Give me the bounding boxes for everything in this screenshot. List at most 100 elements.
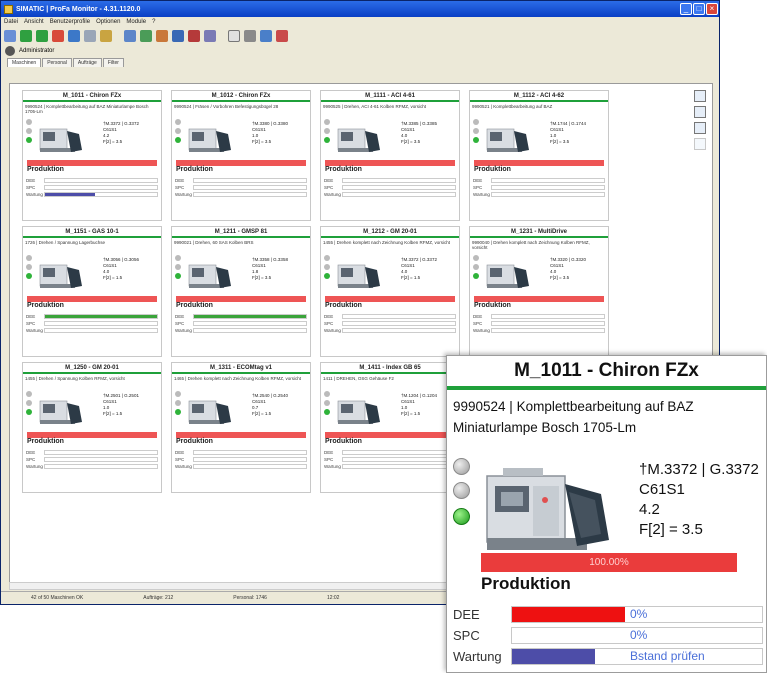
machine-card-info: F[2] = 3.5: [550, 275, 570, 280]
machine-card-metric: SPC: [473, 320, 605, 327]
machine-card[interactable]: M_1111 - ACI 4-61 9990525 | Drehen, ACI 4…: [320, 90, 460, 221]
machine-card[interactable]: M_1012 - Chiron FZx 9990524 | Fräsen / Vo…: [171, 90, 311, 221]
export-icon[interactable]: [694, 106, 706, 118]
tab-filter[interactable]: Filter: [102, 58, 124, 67]
menu-options[interactable]: Optionen: [96, 19, 120, 25]
metric-label: Wartung: [26, 464, 43, 469]
status-led-gray-icon: [324, 128, 330, 134]
print-icon[interactable]: [694, 90, 706, 102]
tab-machines[interactable]: Maschinen: [7, 58, 42, 67]
production-progress-bar: 100.00%: [481, 553, 737, 572]
tab-personnel[interactable]: Personal: [42, 58, 72, 67]
machine-card-status: Produktion: [325, 438, 362, 445]
machine-run-icon[interactable]: [36, 30, 48, 42]
chart-icon[interactable]: [124, 30, 136, 42]
machine-card-title: M_1011 - Chiron FZx: [23, 91, 161, 102]
minimize-button[interactable]: _: [680, 3, 692, 15]
machine-card-body: †M.3385 | G.3385 C61S1 4.0 F[2] = 3.5: [321, 116, 459, 160]
machine-card-status: Produktion: [325, 166, 362, 173]
list-view-icon[interactable]: [84, 30, 96, 42]
menu-profiles[interactable]: Benutzerprofile: [50, 19, 90, 25]
machine-card-metric: DEE: [175, 177, 307, 184]
machine-card[interactable]: M_1311 - ECOMtag v1 1465 | Drehen komplet…: [171, 362, 311, 493]
metric-fill: [512, 649, 595, 664]
metric-bar: 0%: [511, 606, 763, 623]
status-machines: 42 of 50 Maschinen OK: [31, 595, 84, 601]
search-icon[interactable]: [4, 30, 16, 42]
status-led-gray-icon: [473, 119, 479, 125]
alarm-icon[interactable]: [52, 30, 64, 42]
metric-label: Wartung: [324, 464, 341, 469]
menu-modules[interactable]: Module: [126, 19, 146, 25]
machine-card-metric: Wartung: [26, 463, 158, 470]
status-led-gray-icon: [473, 264, 479, 270]
stop-icon[interactable]: [188, 30, 200, 42]
machine-card-metric: DEE: [175, 313, 307, 320]
print-icon[interactable]: [244, 30, 256, 42]
order-description: 9990524 | Komplettbearbeitung auf BAZ Mi…: [447, 390, 766, 438]
metric-label: SPC: [175, 457, 185, 462]
folder-icon[interactable]: [100, 30, 112, 42]
machine-card-info: F[2] = 3.5: [252, 275, 272, 280]
status-led-green-icon: [324, 273, 330, 279]
exit-icon[interactable]: [276, 30, 288, 42]
machine-card[interactable]: M_1112 - ACI 4-62 9990521 | Komplettbearb…: [469, 90, 609, 221]
machine-card-body: †M.3320 | G.3320 C61S1 4.0 F[2] = 3.5: [470, 252, 608, 296]
machine-card-body: †M.2540 | G.2540 C61S1 0.7 F[2] = 1.5: [172, 388, 310, 432]
menu-file[interactable]: Datei: [4, 19, 18, 25]
tab-orders[interactable]: Aufträge: [72, 58, 102, 67]
status-personnel: Personal: 1746: [233, 595, 267, 601]
lock-icon[interactable]: [694, 138, 706, 150]
metric-label: Wartung: [175, 464, 192, 469]
metric-label: SPC: [175, 321, 185, 326]
metric-label: Wartung: [324, 328, 341, 333]
menu-help[interactable]: ?: [152, 19, 155, 25]
metric-label: Wartung: [324, 192, 341, 197]
machine-card-metric: Wartung: [26, 327, 158, 334]
status-led-gray-icon: [175, 264, 181, 270]
metric-label: Wartung: [175, 192, 192, 197]
machine-card[interactable]: M_1212 - GM 20-01 1455 | Drehen komplett …: [320, 226, 460, 357]
settings-icon[interactable]: [260, 30, 272, 42]
grid-view-icon[interactable]: [68, 30, 80, 42]
machine-card-metric: DEE: [26, 449, 158, 456]
machine-card-metric: DEE: [324, 313, 456, 320]
status-led-gray-icon: [473, 255, 479, 261]
machine-green-icon[interactable]: [20, 30, 32, 42]
machine-card-info: F[2] = 3.5: [550, 139, 570, 144]
metric-label: DEE: [453, 607, 480, 622]
machine-card[interactable]: M_1250 - GM 20-01 1455 | Drehen / Spannun…: [22, 362, 162, 493]
status-led-green-icon: [324, 137, 330, 143]
machine-card-desc: 9990525 | Drehen, ACI 4-61 Kolben RFMZ, …: [323, 104, 426, 109]
machine-card[interactable]: M_1011 - Chiron FZx 9990524 | Komplettbea…: [22, 90, 162, 221]
machine-card[interactable]: M_1411 - Index GB 65 1411 | DREHEN, OSG G…: [320, 362, 460, 493]
machine-card-status: Produktion: [27, 438, 64, 445]
calendar-icon[interactable]: [694, 122, 706, 134]
status-led-gray-icon: [324, 400, 330, 406]
machine-card[interactable]: M_1231 - MultiDrive 9990040 | Drehen komp…: [469, 226, 609, 357]
machine-card-body: †M.3358 | G.3358 C61S1 1.8 F[2] = 3.5: [172, 252, 310, 296]
users-icon[interactable]: [172, 30, 184, 42]
metric-label: Wartung: [26, 192, 43, 197]
metric-bar: 0%: [511, 627, 763, 644]
machine-card-info: F[2] = 1.5: [401, 275, 421, 280]
machine-card-title: M_1012 - Chiron FZx: [172, 91, 310, 102]
report-icon[interactable]: [140, 30, 152, 42]
machine-card-info: F[2] = 1.5: [252, 411, 272, 416]
status-led-gray-icon: [26, 391, 32, 397]
metric-label: DEE: [26, 178, 36, 183]
tab-strip: Maschinen Personal Aufträge Filter: [1, 57, 719, 67]
machine-card[interactable]: M_1211 - GMSP 81 9990021 | Drehen, 60 SAS…: [171, 226, 311, 357]
machine-detail-card[interactable]: M_1011 - Chiron FZx 9990524 | Komplettbe…: [446, 355, 767, 673]
machine-card-title: M_1151 - GAS 10-1: [23, 227, 161, 238]
user-name: Administrator: [19, 48, 55, 54]
menu-view[interactable]: Ansicht: [24, 19, 44, 25]
close-button[interactable]: ×: [706, 3, 718, 15]
machine-card-title: M_1112 - ACI 4-62: [470, 91, 608, 102]
maximize-button[interactable]: □: [693, 3, 705, 15]
page-icon[interactable]: [228, 30, 240, 42]
machine-card[interactable]: M_1151 - GAS 10-1 1726 | Drehen / Spannun…: [22, 226, 162, 357]
plus-icon[interactable]: [204, 30, 216, 42]
metric-label: SPC: [175, 185, 185, 190]
tools-icon[interactable]: [156, 30, 168, 42]
